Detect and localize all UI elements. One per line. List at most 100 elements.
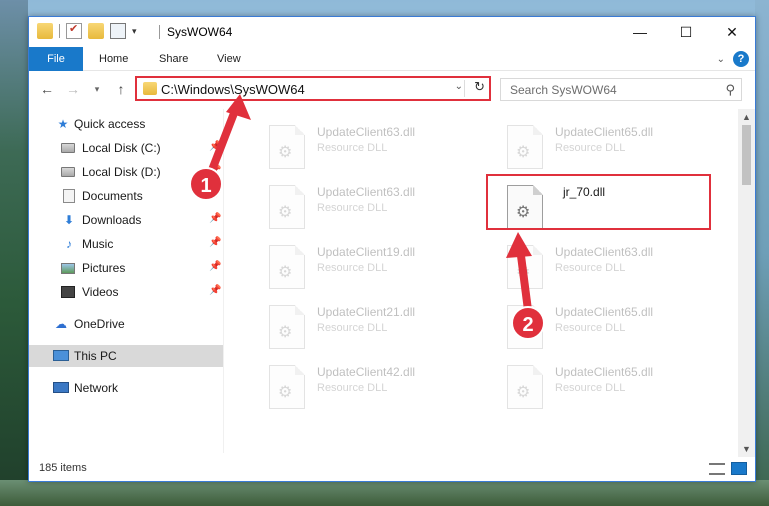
large-icons-view-icon[interactable] [731, 462, 747, 475]
address-bar[interactable]: C:\Windows\SysWOW64 ⌄ ↻ [135, 76, 491, 101]
dll-file-icon: ⚙ [269, 365, 305, 409]
up-arrow-icon[interactable]: ↑ [111, 79, 131, 99]
help-icon[interactable]: ? [733, 51, 749, 67]
details-view-icon[interactable] [709, 463, 725, 475]
pin-icon[interactable]: 📌 [209, 213, 221, 224]
dll-file-icon: ⚙ [269, 185, 305, 229]
properties-check-icon[interactable] [66, 22, 82, 39]
vertical-scrollbar[interactable]: ▲ ▼ [738, 109, 755, 457]
file-name: UpdateClient19.dll [317, 245, 416, 259]
file-item[interactable]: ⚙ UpdateClient63.dll Resource DLL [249, 117, 479, 173]
sidebar-item-downloads[interactable]: ⬇ Downloads 📌 [29, 209, 223, 231]
quick-access-toolbar: ▾ [37, 22, 137, 39]
pane-divider [223, 109, 224, 453]
minimize-button[interactable]: — [617, 17, 663, 47]
downloads-icon: ⬇ [63, 213, 75, 227]
file-type: Resource DLL [317, 322, 388, 334]
sidebar-item-label: Downloads [82, 213, 142, 227]
back-arrow-icon[interactable]: ← [37, 79, 57, 99]
sidebar-item-label: Music [82, 237, 114, 251]
sidebar-item-label: Videos [82, 285, 119, 299]
onedrive-icon: ☁ [55, 317, 67, 331]
file-type: Resource DLL [317, 202, 388, 214]
sidebar-item-label: Local Disk (C:) [82, 141, 161, 155]
documents-icon [63, 189, 75, 203]
search-icon[interactable]: ⚲ [725, 82, 735, 98]
status-bar: 185 items [29, 457, 755, 481]
file-item[interactable]: ⚙ UpdateClient65.dll Resource DLL [487, 357, 717, 413]
file-item[interactable]: ⚙ UpdateClient63.dll Resource DLL [487, 237, 717, 293]
toolbar-divider [59, 24, 60, 38]
dll-file-icon: ⚙ [507, 245, 543, 289]
sidebar-item-network[interactable]: Network [29, 377, 223, 399]
forward-arrow-icon[interactable]: → [63, 79, 83, 99]
file-type: Resource DLL [555, 262, 626, 274]
close-button[interactable]: ✕ [709, 17, 755, 47]
file-item[interactable]: ⚙ UpdateClient19.dll Resource DLL [249, 237, 479, 293]
file-type: Resource DLL [555, 142, 626, 154]
sidebar-item-this-pc[interactable]: This PC [29, 345, 223, 367]
tab-file[interactable]: File [29, 47, 83, 71]
address-path[interactable]: C:\Windows\SysWOW64 [161, 82, 305, 97]
disk-icon [61, 143, 75, 153]
pin-icon[interactable]: 📌 [209, 141, 221, 152]
sidebar-item-local-disk-c[interactable]: Local Disk (C:) 📌 [29, 137, 223, 159]
navigation-bar: ← → ▾ ↑ C:\Windows\SysWOW64 ⌄ ↻ Search S… [29, 75, 755, 103]
sidebar-item-label: Documents [82, 189, 143, 203]
expand-ribbon-chevron-icon[interactable]: ⌄ [717, 54, 725, 65]
search-input[interactable]: Search SysWOW64 ⚲ [500, 78, 742, 101]
file-item[interactable]: ⚙ UpdateClient42.dll Resource DLL [249, 357, 479, 413]
sidebar-item-onedrive[interactable]: ☁ OneDrive [29, 313, 223, 335]
file-type: Resource DLL [555, 382, 626, 394]
tab-share[interactable]: Share [147, 47, 200, 71]
sidebar-item-quick-access[interactable]: ★ Quick access [29, 113, 223, 135]
refresh-icon[interactable]: ↻ [474, 79, 485, 95]
folder-icon [37, 23, 53, 39]
ribbon-tabs: File Home Share View ⌄ ? [29, 47, 755, 71]
file-item[interactable]: ⚙ UpdateClient65.dll Resource DLL [487, 117, 717, 173]
properties-icon[interactable] [110, 23, 126, 39]
dll-file-icon: ⚙ [507, 365, 543, 409]
window-title: SysWOW64 [167, 25, 233, 39]
sidebar-item-videos[interactable]: Videos 📌 [29, 281, 223, 303]
title-divider [159, 25, 160, 39]
scroll-thumb[interactable] [742, 125, 751, 185]
tab-home[interactable]: Home [87, 47, 140, 71]
music-icon: ♪ [66, 237, 72, 251]
file-highlight-box [486, 174, 711, 230]
customize-toolbar-chevron-icon[interactable]: ▾ [132, 26, 137, 37]
maximize-button[interactable]: ☐ [663, 17, 709, 47]
new-folder-icon[interactable] [88, 23, 104, 39]
sidebar-item-label: Quick access [74, 117, 146, 131]
item-count: 185 items [39, 462, 87, 474]
dll-file-icon: ⚙ [269, 305, 305, 349]
tab-view[interactable]: View [205, 47, 253, 71]
disk-icon [61, 167, 75, 177]
file-name: UpdateClient65.dll [555, 125, 654, 139]
file-name: UpdateClient63.dll [317, 185, 416, 199]
file-item[interactable]: ⚙ UpdateClient63.dll Resource DLL [249, 177, 479, 233]
file-item[interactable]: ⚙ UpdateClient21.dll Resource DLL [249, 297, 479, 353]
videos-icon [61, 286, 75, 298]
gear-icon: ⚙ [278, 384, 293, 401]
sidebar-item-label: Local Disk (D:) [82, 165, 161, 179]
scroll-up-icon[interactable]: ▲ [738, 109, 755, 125]
file-name: UpdateClient21.dll [317, 305, 416, 319]
callout-badge-1: 1 [189, 167, 223, 201]
sidebar-item-pictures[interactable]: Pictures 📌 [29, 257, 223, 279]
navigation-pane: ★ Quick access Local Disk (C:) 📌 Local D… [29, 109, 225, 453]
pin-icon[interactable]: 📌 [209, 285, 221, 296]
gear-icon: ⚙ [278, 204, 293, 221]
recent-locations-chevron-icon[interactable]: ▾ [87, 79, 107, 99]
file-name: UpdateClient42.dll [317, 365, 416, 379]
pin-icon[interactable]: 📌 [209, 237, 221, 248]
file-type: Resource DLL [555, 322, 626, 334]
file-type: Resource DLL [317, 142, 388, 154]
address-history-chevron-icon[interactable]: ⌄ [455, 81, 463, 92]
scroll-down-icon[interactable]: ▼ [738, 441, 755, 457]
pin-icon[interactable]: 📌 [209, 261, 221, 272]
sidebar-item-music[interactable]: ♪ Music 📌 [29, 233, 223, 255]
address-folder-icon [143, 82, 157, 95]
pictures-icon [61, 263, 75, 274]
file-type: Resource DLL [317, 262, 388, 274]
